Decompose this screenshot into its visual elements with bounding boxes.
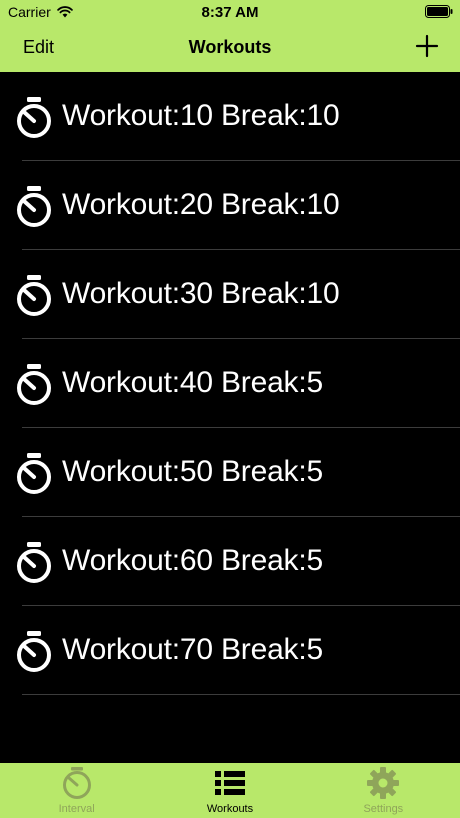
workout-label: Workout:20 Break:10 (62, 188, 340, 221)
workout-label: Workout:30 Break:10 (62, 277, 340, 310)
tab-workouts[interactable]: Workouts (153, 763, 306, 818)
workout-row[interactable]: Workout:10 Break:10 (0, 72, 460, 161)
workout-row[interactable]: Workout:70 Break:5 (0, 606, 460, 695)
tab-label: Workouts (206, 803, 254, 815)
plus-icon[interactable] (414, 33, 440, 59)
workout-row[interactable]: Workout:40 Break:5 (0, 339, 460, 428)
stopwatch-icon (17, 275, 51, 316)
page-title: Workouts (188, 37, 272, 57)
stopwatch-icon (17, 542, 51, 583)
workout-label: Workout:10 Break:10 (62, 99, 340, 132)
gear-icon (367, 767, 400, 799)
navigation-bar: Edit Workouts (0, 24, 460, 72)
top-header-area: Carrier 8:37 AM Edit Workouts (0, 0, 460, 72)
battery-icon (425, 5, 453, 18)
stopwatch-icon (17, 186, 51, 227)
tab-label: Settings (363, 803, 404, 815)
stopwatch-icon (17, 631, 51, 672)
workout-label: Workout:50 Break:5 (62, 455, 323, 488)
tab-label: Interval (58, 803, 95, 815)
status-bar: Carrier 8:37 AM (0, 0, 460, 24)
tab-settings[interactable]: Settings (307, 763, 460, 818)
status-time: 8:37 AM (201, 4, 259, 21)
workout-row[interactable]: Workout:20 Break:10 (0, 161, 460, 250)
workout-list: Workout:10 Break:10 Workout:20 Break:10 … (0, 72, 460, 695)
edit-button[interactable]: Edit (23, 37, 54, 58)
tab-interval[interactable]: Interval (0, 763, 153, 818)
workout-label: Workout:70 Break:5 (62, 633, 323, 666)
tab-bar: Interval Workouts Settings (0, 763, 460, 818)
workout-row[interactable]: Workout:50 Break:5 (0, 428, 460, 517)
workout-label: Workout:40 Break:5 (62, 366, 323, 399)
workout-row[interactable]: Workout:60 Break:5 (0, 517, 460, 606)
stopwatch-icon (17, 97, 51, 138)
stopwatch-icon (62, 767, 91, 799)
workout-label: Workout:60 Break:5 (62, 544, 323, 577)
stopwatch-icon (17, 364, 51, 405)
stopwatch-icon (17, 453, 51, 494)
list-icon (214, 771, 245, 795)
workout-row[interactable]: Workout:30 Break:10 (0, 250, 460, 339)
